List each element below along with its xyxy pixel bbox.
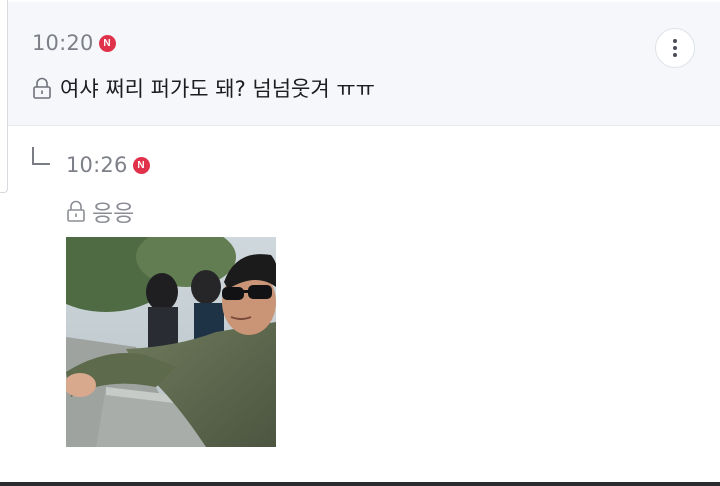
comment-message: 여샤 쩌리 퍼가도 돼? 넘넘웃겨 ㅠㅠ [32, 73, 375, 103]
new-badge: N [132, 156, 150, 174]
comment-time: 10:20 N [32, 31, 116, 55]
lock-icon [67, 200, 85, 222]
left-frame-border [0, 0, 8, 193]
comment-time-text: 10:20 [32, 31, 94, 55]
reply-photo[interactable] [66, 237, 276, 447]
lock-icon [33, 77, 51, 99]
reply-message: 응응 [66, 194, 134, 228]
original-comment: 10:20 N 여샤 쩌리 퍼가도 돼? 넘넘웃겨 ㅠㅠ [8, 2, 720, 126]
reply-time: 10:26 N [66, 153, 150, 177]
new-badge: N [98, 34, 116, 52]
more-vertical-icon [673, 39, 677, 43]
more-dot [673, 53, 677, 57]
reply-time-text: 10:26 [66, 153, 128, 177]
comment-message-text: 여샤 쩌리 퍼가도 돼? 넘넘웃겨 ㅠㅠ [60, 77, 376, 101]
more-dot [673, 46, 677, 50]
more-options-button[interactable] [655, 28, 695, 68]
reply-message-text: 응응 [92, 201, 135, 227]
reply-arrow-icon [32, 147, 50, 165]
bottom-divider [0, 482, 720, 486]
photo-image [66, 237, 276, 447]
